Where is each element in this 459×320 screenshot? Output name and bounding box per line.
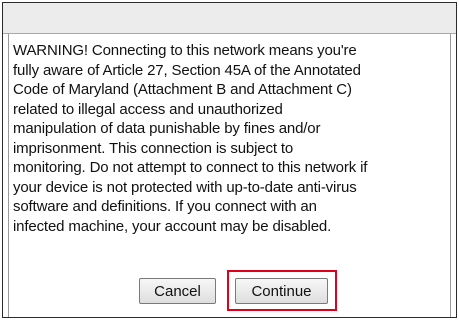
warning-line: WARNING! Connecting to this network mean… — [13, 42, 357, 59]
warning-line: monitoring. Do not attempt to connect to… — [13, 159, 368, 176]
dialog-content: WARNING! Connecting to this network mean… — [8, 34, 451, 317]
continue-button-label: Continue — [251, 282, 312, 300]
warning-line: related to illegal access and unauthoriz… — [13, 100, 283, 118]
cancel-button-label: Cancel — [154, 282, 201, 300]
warning-line: Code of Maryland (Attachment B and Attac… — [13, 81, 352, 98]
warning-line: manipulation of data punishable by fines… — [13, 120, 321, 137]
continue-button[interactable]: Continue — [235, 278, 328, 304]
warning-line: software and definitions. If you connect… — [13, 198, 317, 215]
warning-message: WARNING! Connecting to this network mean… — [13, 41, 448, 236]
warning-line: fully aware of Article 27, Section 45A o… — [13, 61, 361, 79]
warning-line: imprisonment. This connection is subject… — [13, 139, 294, 157]
cancel-button[interactable]: Cancel — [139, 278, 216, 304]
dialog-titlebar — [3, 3, 456, 34]
warning-line: infected machine, your account may be di… — [13, 217, 332, 235]
warning-dialog: WARNING! Connecting to this network mean… — [2, 2, 457, 318]
warning-line: your device is not protected with up-to-… — [13, 178, 357, 196]
